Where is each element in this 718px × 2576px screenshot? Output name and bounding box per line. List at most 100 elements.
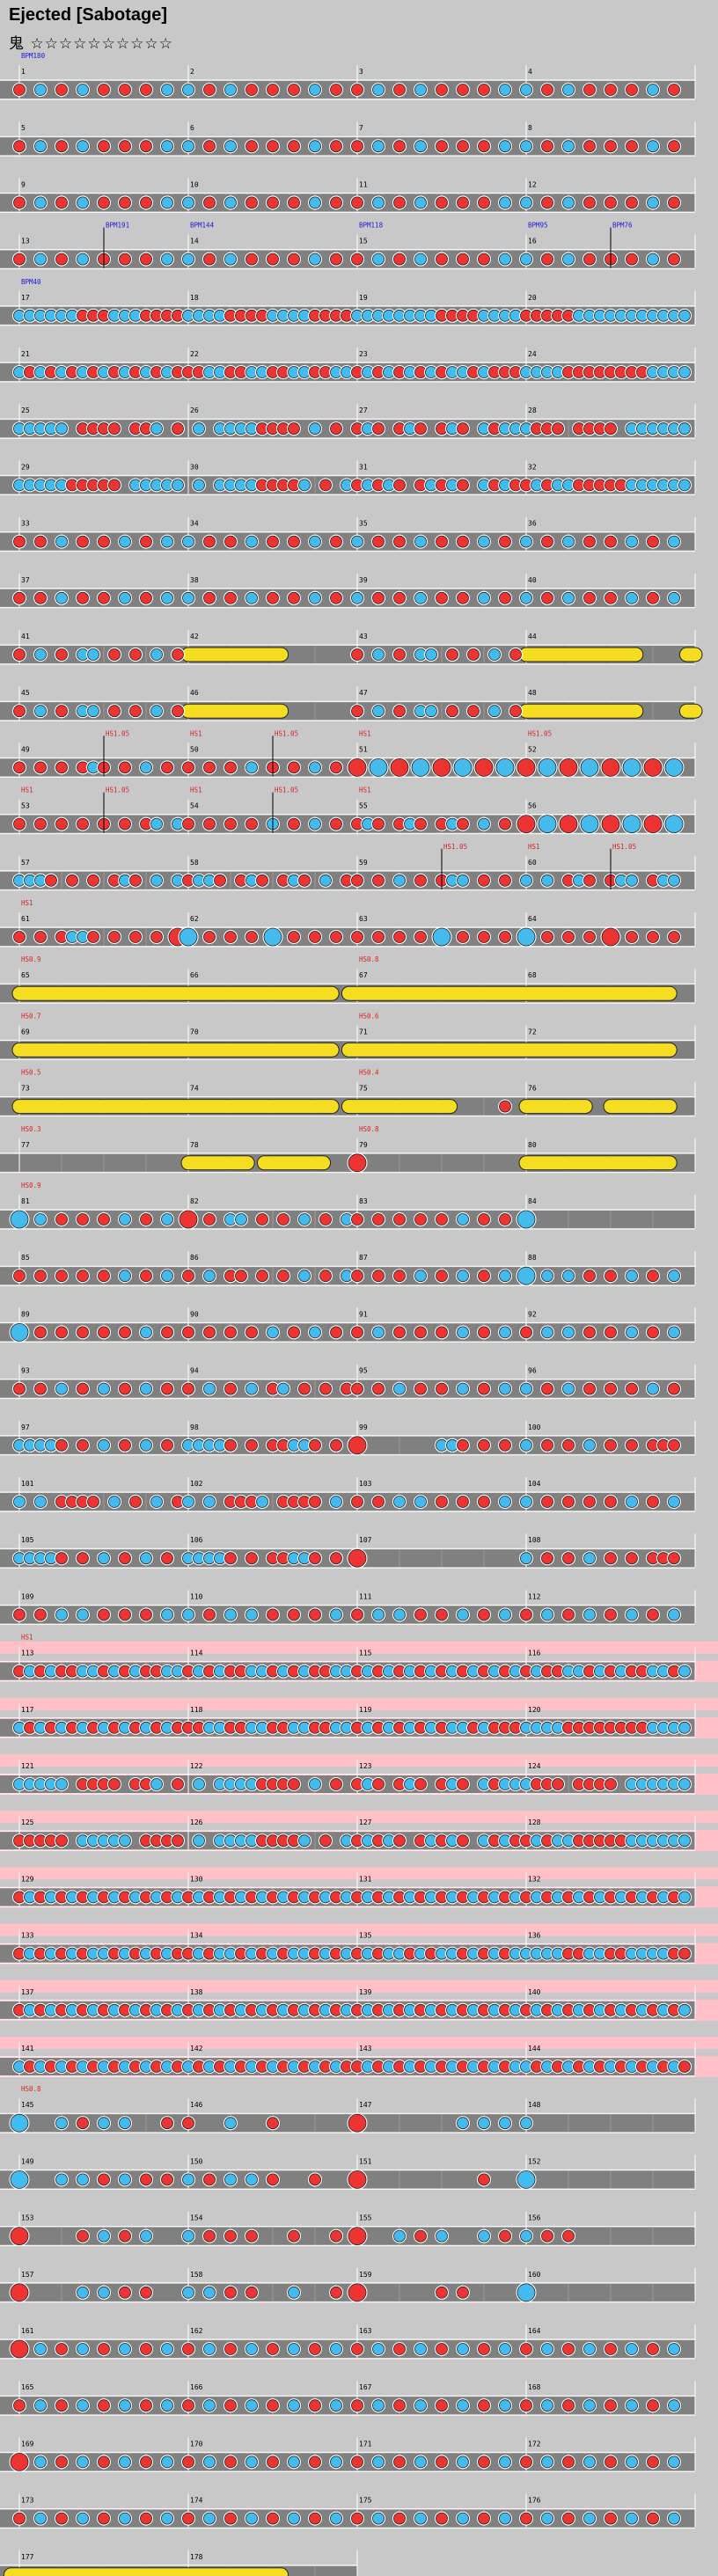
- don-note: [245, 2229, 258, 2243]
- don-note: [478, 2455, 490, 2469]
- ka-note: [34, 196, 47, 209]
- ka-note: [457, 1382, 469, 1395]
- don-note: [330, 2229, 342, 2243]
- don-note: [98, 1608, 110, 1621]
- don-note: [267, 196, 279, 209]
- measure-number: 155: [359, 2214, 372, 2222]
- don-note: [436, 2455, 448, 2469]
- measure-number: 55: [359, 802, 368, 810]
- don-note: [351, 2512, 363, 2525]
- don-note: [583, 1326, 596, 1339]
- don-note: [351, 84, 363, 96]
- don-note: [668, 140, 680, 153]
- ka-note: [393, 874, 406, 887]
- don-note: [309, 1438, 321, 1452]
- measure-number: 72: [528, 1028, 537, 1036]
- ka-note: [34, 1213, 47, 1226]
- big-don-note: [348, 758, 367, 777]
- scroll-marker: HS1.05: [275, 729, 298, 737]
- ka-note: [150, 422, 163, 435]
- measure-number: 141: [21, 2045, 34, 2053]
- don-note: [13, 648, 26, 661]
- measure-number: 96: [528, 1367, 537, 1375]
- don-note: [372, 591, 385, 604]
- don-note: [583, 535, 596, 548]
- ka-note: [668, 2343, 680, 2355]
- don-note: [288, 1778, 300, 1790]
- don-note: [330, 84, 342, 96]
- measure-number: 98: [190, 1423, 199, 1431]
- ka-note: [150, 874, 163, 887]
- ka-note: [626, 1496, 638, 1508]
- measure-number: 84: [528, 1197, 537, 1205]
- ka-note: [414, 2512, 427, 2525]
- don-note: [457, 591, 469, 604]
- don-note: [604, 535, 617, 548]
- don-note: [467, 705, 480, 718]
- ka-note: [34, 2455, 47, 2469]
- ka-note: [626, 535, 638, 548]
- ka-note: [499, 84, 511, 96]
- don-note: [203, 2229, 216, 2243]
- don-note: [541, 535, 553, 548]
- don-note: [34, 1270, 47, 1283]
- ka-note: [309, 140, 321, 153]
- don-note: [34, 761, 47, 774]
- measure-number: 51: [359, 745, 368, 753]
- measure-number: 85: [21, 1254, 30, 1262]
- don-note: [309, 1608, 321, 1621]
- don-note: [562, 2512, 575, 2525]
- don-note: [298, 1382, 311, 1395]
- scroll-marker: HS1: [528, 843, 540, 851]
- measure-number: 23: [359, 350, 368, 358]
- don-note: [224, 761, 237, 774]
- ka-note: [140, 1382, 152, 1395]
- scroll-marker: HS0.3: [21, 1125, 41, 1133]
- ka-note: [668, 1496, 680, 1508]
- ka-note: [647, 252, 659, 266]
- ka-note: [457, 1608, 469, 1621]
- ka-note: [457, 2343, 469, 2355]
- don-note: [330, 1552, 342, 1565]
- big-don-note: [559, 815, 578, 833]
- measure-number: 162: [190, 2327, 203, 2335]
- ka-note: [414, 591, 427, 604]
- don-note: [203, 140, 216, 153]
- don-note: [414, 422, 427, 435]
- don-note: [34, 817, 47, 831]
- ka-note: [98, 2286, 110, 2299]
- measure-number: 164: [528, 2327, 541, 2335]
- don-note: [13, 535, 26, 548]
- big-ka-note: [517, 927, 536, 947]
- don-note: [140, 2173, 152, 2186]
- measure-number: 92: [528, 1310, 537, 1318]
- don-note: [34, 535, 47, 548]
- don-note: [172, 1834, 184, 1848]
- ka-note: [436, 2229, 448, 2243]
- big-don-note: [517, 815, 536, 833]
- ka-note: [541, 2399, 553, 2412]
- ka-note: [372, 1608, 385, 1621]
- don-note: [98, 1270, 110, 1283]
- don-note: [351, 1496, 363, 1508]
- don-note: [182, 1382, 194, 1395]
- don-note: [45, 874, 57, 887]
- ka-note: [372, 2343, 385, 2355]
- don-note: [13, 196, 26, 209]
- measure-number: 12: [528, 180, 537, 188]
- measure-number: 142: [190, 2045, 203, 2053]
- ka-note: [245, 591, 258, 604]
- measure-number: 22: [190, 350, 199, 358]
- ka-note: [203, 2512, 216, 2525]
- ka-note: [562, 84, 575, 96]
- don-note: [267, 252, 279, 266]
- scroll-marker: HS0.9: [21, 1182, 41, 1189]
- measure-number: 28: [528, 406, 537, 414]
- measure-number: 36: [528, 520, 537, 528]
- don-note: [224, 2229, 237, 2243]
- ka-note: [150, 648, 163, 661]
- don-note: [393, 705, 406, 718]
- don-note: [182, 2512, 194, 2525]
- ka-note: [224, 140, 237, 153]
- ka-note: [626, 2455, 638, 2469]
